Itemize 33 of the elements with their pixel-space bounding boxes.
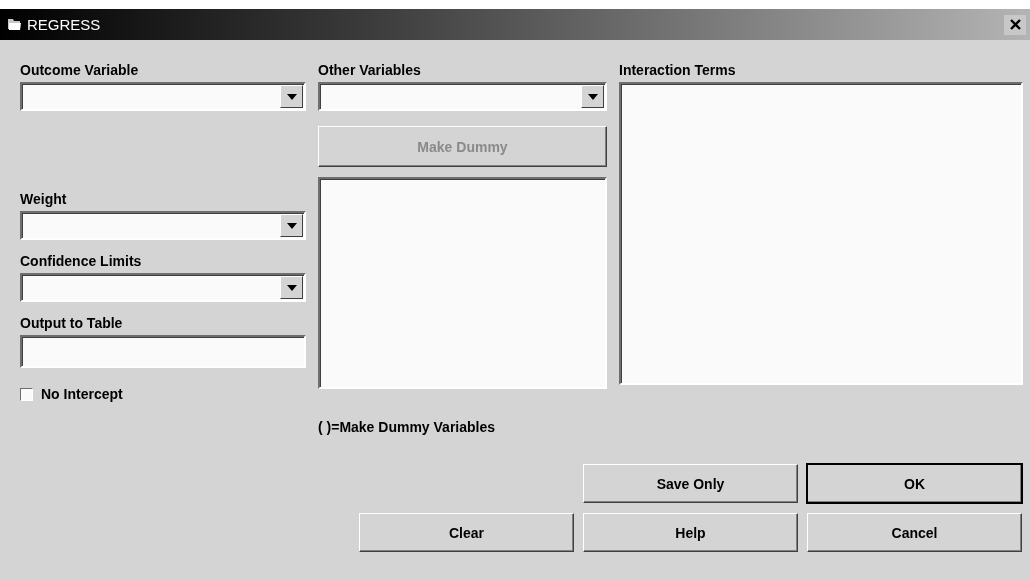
caret-icon: [286, 284, 297, 291]
caret-icon: [587, 93, 598, 100]
dialog-button[interactable]: Clear: [359, 513, 574, 552]
field-label: Weight: [20, 190, 68, 208]
other-variables-dropdown[interactable]: [318, 82, 607, 111]
confidence-limits-dropdown[interactable]: [20, 273, 306, 302]
field-label: Interaction Terms: [619, 61, 737, 79]
dropdown-button[interactable]: [581, 85, 604, 108]
variables-list[interactable]: [318, 177, 607, 389]
checkbox-square[interactable]: [20, 387, 33, 401]
dummy-note: ( )=Make Dummy Variables: [318, 419, 496, 435]
dialog-button[interactable]: Cancel: [807, 513, 1022, 552]
dropdown-button[interactable]: [280, 85, 303, 108]
weight-dropdown[interactable]: [20, 211, 306, 240]
output-table-input[interactable]: [20, 335, 306, 368]
field-label: Output to Table: [20, 314, 124, 332]
window-title: REGRESS: [27, 16, 102, 33]
field-label: Outcome Variable: [20, 61, 140, 79]
field-label: Other Variables: [318, 61, 422, 79]
dropdown-button[interactable]: [280, 276, 303, 299]
close-button[interactable]: [1004, 14, 1026, 35]
window-icon: [8, 18, 22, 31]
no-intercept-checkbox[interactable]: No Intercept: [20, 386, 123, 402]
dropdown-button[interactable]: [280, 214, 303, 237]
caret-icon: [286, 93, 297, 100]
checkbox-label: No Intercept: [41, 386, 123, 402]
dialog-button[interactable]: Save Only: [583, 464, 798, 503]
dialog-button[interactable]: Help: [583, 513, 798, 552]
caret-icon: [286, 222, 297, 229]
outcome-variable-dropdown[interactable]: [20, 82, 306, 111]
close-icon: [1009, 19, 1021, 30]
dialog-button[interactable]: OK: [807, 464, 1022, 503]
field-label: Confidence Limits: [20, 252, 143, 270]
